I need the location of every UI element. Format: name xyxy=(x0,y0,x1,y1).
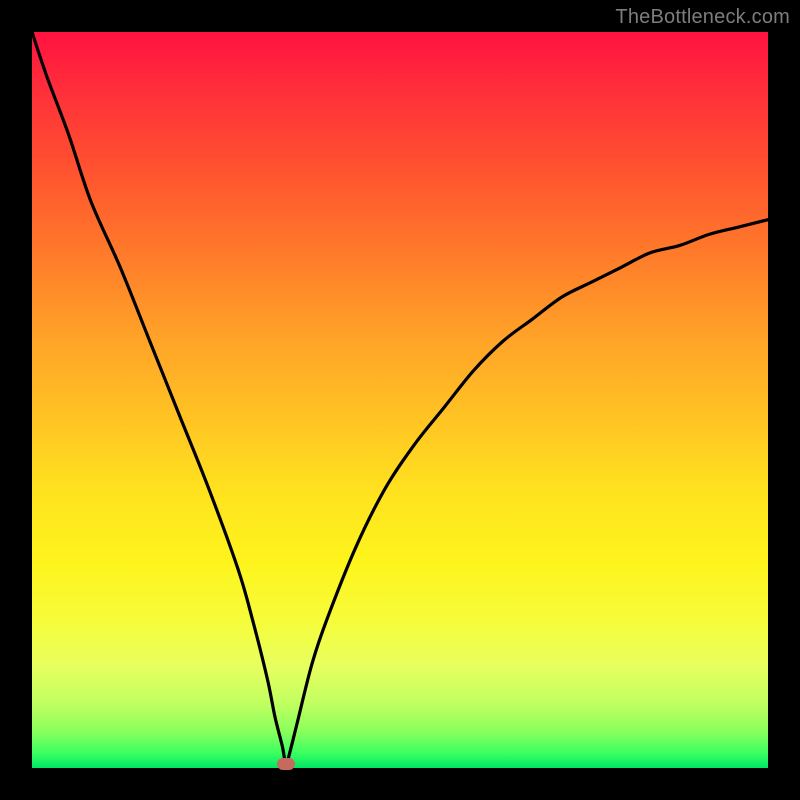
bottleneck-curve xyxy=(32,32,768,768)
plot-area xyxy=(32,32,768,768)
chart-frame: TheBottleneck.com xyxy=(0,0,800,800)
watermark-text: TheBottleneck.com xyxy=(615,6,790,29)
min-marker xyxy=(277,758,295,770)
